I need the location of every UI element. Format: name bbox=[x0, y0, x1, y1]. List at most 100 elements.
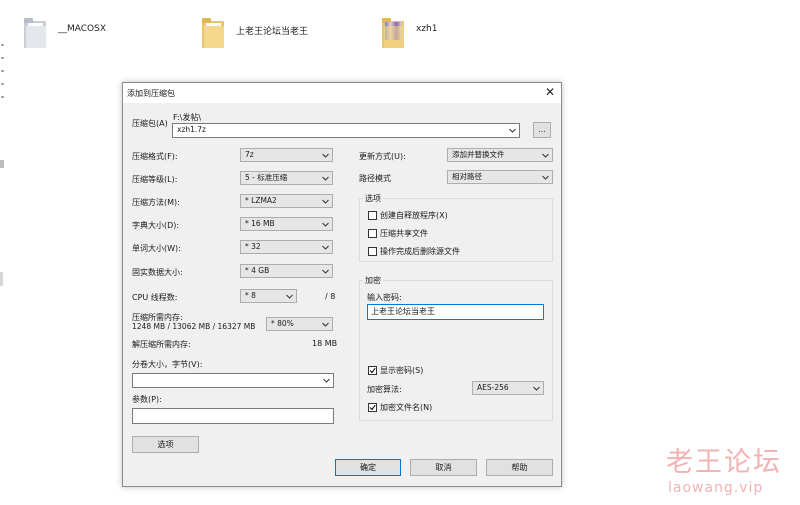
folder-icon bbox=[24, 18, 46, 48]
close-icon[interactable]: ✕ bbox=[545, 85, 555, 99]
dialog-title: 添加到压缩包 bbox=[127, 89, 175, 98]
word-value: * 32 bbox=[245, 242, 261, 251]
left-nav-marker bbox=[0, 272, 3, 286]
solid-label: 固实数据大小: bbox=[132, 268, 183, 277]
checkbox-box bbox=[368, 403, 377, 412]
method-value: * LZMA2 bbox=[245, 196, 277, 205]
password-label: 输入密码: bbox=[367, 293, 402, 302]
params-label: 参数(P): bbox=[132, 395, 162, 404]
checkbox-box bbox=[368, 211, 377, 220]
split-label: 分卷大小，字节(V): bbox=[132, 360, 203, 369]
delete-after-label: 操作完成后删除源文件 bbox=[380, 247, 460, 256]
level-value: 5 - 标准压缩 bbox=[245, 173, 288, 182]
cpu-value: * 8 bbox=[245, 291, 256, 300]
mem-decomp-value: 18 MB bbox=[312, 339, 338, 348]
cpu-select[interactable]: * 8 bbox=[240, 289, 297, 303]
left-nav-markers bbox=[0, 40, 6, 340]
chevron-down-icon bbox=[322, 221, 329, 228]
format-select[interactable]: 7z bbox=[240, 148, 333, 162]
dict-label: 字典大小(D): bbox=[132, 221, 180, 230]
encrypt-names-label: 加密文件名(N) bbox=[380, 403, 433, 412]
dict-value: * 16 MB bbox=[245, 219, 275, 228]
word-select[interactable]: * 32 bbox=[240, 240, 333, 254]
dialog-titlebar: 添加到压缩包 ✕ bbox=[123, 83, 561, 103]
delete-after-checkbox[interactable]: 操作完成后删除源文件 bbox=[368, 246, 460, 257]
method-select[interactable]: * LZMA2 bbox=[240, 194, 333, 208]
password-input[interactable]: 上老王论坛当老王 bbox=[367, 304, 544, 320]
cpu-label: CPU 线程数: bbox=[132, 293, 178, 302]
chevron-down-icon bbox=[286, 293, 293, 300]
enc-method-label: 加密算法: bbox=[367, 385, 402, 394]
chevron-down-icon bbox=[542, 152, 549, 159]
enc-method-value: AES-256 bbox=[477, 383, 509, 392]
update-select[interactable]: 添加并替换文件 bbox=[447, 148, 553, 162]
update-label: 更新方式(U): bbox=[359, 152, 406, 161]
folder-thumbnail-icon bbox=[382, 18, 404, 48]
help-button[interactable]: 帮助 bbox=[486, 459, 553, 476]
method-label: 压缩方法(M): bbox=[132, 198, 180, 207]
file-label: __MACOSX bbox=[58, 24, 107, 34]
file-label: 上老王论坛当老王 bbox=[236, 27, 309, 37]
level-label: 压缩等级(L): bbox=[132, 175, 178, 184]
chevron-down-icon bbox=[542, 174, 549, 181]
add-to-archive-dialog: 添加到压缩包 ✕ 压缩包(A) F:\发帖\ xzh1.7z ... 压缩格式(… bbox=[122, 82, 562, 487]
file-label: xzh1 bbox=[416, 24, 438, 34]
dict-select[interactable]: * 16 MB bbox=[240, 217, 333, 231]
file-item-macosx[interactable]: __MACOSX bbox=[24, 18, 106, 48]
checkbox-box bbox=[368, 229, 377, 238]
chevron-down-icon bbox=[323, 377, 330, 384]
sfx-checkbox[interactable]: 创建自释放程序(X) bbox=[368, 210, 448, 221]
enc-method-select[interactable]: AES-256 bbox=[472, 381, 544, 395]
chevron-down-icon bbox=[322, 152, 329, 159]
mem-comp-value: 1248 MB / 13062 MB / 16327 MB bbox=[132, 322, 256, 331]
shared-files-label: 压缩共享文件 bbox=[380, 229, 428, 238]
watermark-logo: 老王论坛 laowang.vip bbox=[666, 440, 782, 496]
solid-select[interactable]: * 4 GB bbox=[240, 264, 333, 278]
options-group-title: 选项 bbox=[363, 193, 383, 204]
show-password-label: 显示密码(S) bbox=[380, 366, 424, 375]
word-label: 单词大小(W): bbox=[132, 244, 181, 253]
file-item-xzh1[interactable]: xzh1 bbox=[382, 18, 437, 48]
file-item-folder[interactable]: 上老王论坛当老王 bbox=[202, 18, 308, 48]
ok-button[interactable]: 确定 bbox=[335, 459, 401, 476]
archive-label: 压缩包(A) bbox=[132, 119, 168, 128]
archive-name-combo[interactable]: xzh1.7z bbox=[172, 123, 520, 138]
mem-pct-value: * 80% bbox=[271, 319, 294, 328]
chevron-down-icon bbox=[322, 198, 329, 205]
chevron-down-icon bbox=[322, 268, 329, 275]
mem-decomp-label: 解压缩所需内存: bbox=[132, 340, 191, 349]
browse-button[interactable]: ... bbox=[533, 122, 551, 138]
chevron-down-icon bbox=[322, 175, 329, 182]
chevron-down-icon bbox=[533, 385, 540, 392]
checkbox-box bbox=[368, 247, 377, 256]
mem-pct-select[interactable]: * 80% bbox=[266, 317, 333, 331]
format-value: 7z bbox=[245, 150, 254, 159]
cancel-button[interactable]: 取消 bbox=[410, 459, 477, 476]
checkbox-box bbox=[368, 366, 377, 375]
format-label: 压缩格式(F): bbox=[132, 152, 178, 161]
cpu-max: / 8 bbox=[325, 292, 336, 301]
update-value: 添加并替换文件 bbox=[452, 150, 505, 159]
encryption-group-title: 加密 bbox=[363, 275, 383, 286]
split-size-combo[interactable] bbox=[132, 373, 334, 388]
archive-name-value: xzh1.7z bbox=[177, 125, 206, 134]
chevron-down-icon bbox=[509, 127, 516, 134]
sfx-label: 创建自释放程序(X) bbox=[380, 211, 448, 220]
solid-value: * 4 GB bbox=[245, 266, 270, 275]
watermark-url: laowang.vip bbox=[668, 480, 764, 496]
explorer-top-edge bbox=[0, 0, 800, 6]
chevron-down-icon bbox=[322, 244, 329, 251]
show-password-checkbox[interactable]: 显示密码(S) bbox=[368, 365, 423, 376]
path-mode-label: 路径模式 bbox=[359, 174, 391, 183]
watermark-title: 老王论坛 bbox=[666, 447, 782, 478]
level-select[interactable]: 5 - 标准压缩 bbox=[240, 171, 333, 185]
archive-path: F:\发帖\ bbox=[173, 113, 202, 122]
encrypt-names-checkbox[interactable]: 加密文件名(N) bbox=[368, 402, 432, 413]
params-input[interactable] bbox=[132, 408, 334, 424]
left-nav-marker bbox=[0, 160, 4, 168]
shared-files-checkbox[interactable]: 压缩共享文件 bbox=[368, 228, 428, 239]
folder-icon bbox=[202, 18, 224, 48]
path-mode-select[interactable]: 相对路径 bbox=[447, 170, 553, 184]
path-mode-value: 相对路径 bbox=[452, 172, 482, 181]
options-button[interactable]: 选项 bbox=[132, 436, 199, 453]
